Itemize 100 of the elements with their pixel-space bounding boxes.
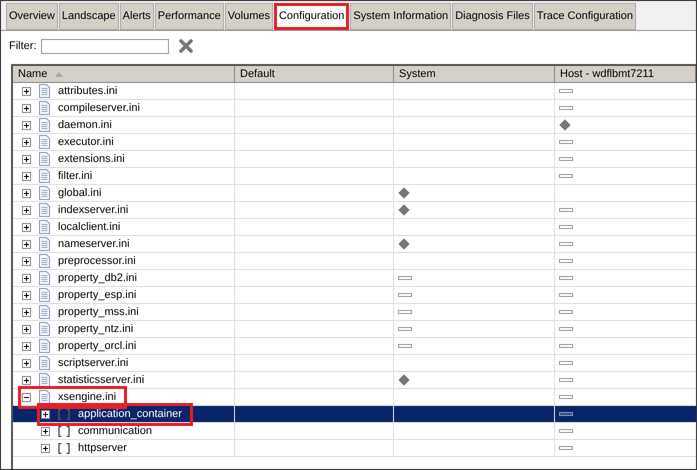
item-name: property_esp.ini: [58, 288, 136, 303]
document-icon: [39, 186, 50, 200]
tab[interactable]: Alerts: [120, 3, 154, 30]
expand-icon[interactable]: [41, 410, 50, 418]
column-header[interactable]: Host - wdflbmt7211: [555, 66, 696, 82]
tree-item[interactable]: property_db2.ini: [21, 270, 145, 286]
tree-item[interactable]: statisticsserver.ini: [21, 372, 152, 388]
expand-icon[interactable]: [22, 206, 31, 214]
tree-item[interactable]: property_esp.ini: [21, 286, 144, 304]
table-row[interactable]: preprocessor.ini: [13, 253, 696, 270]
table-row[interactable]: statisticsserver.ini: [13, 372, 696, 389]
expand-icon[interactable]: [22, 240, 31, 248]
document-icon: [39, 118, 50, 132]
table-row[interactable]: httpserver: [13, 440, 696, 457]
tree-item[interactable]: property_orcl.ini: [21, 338, 144, 354]
table-row[interactable]: localclient.ini: [13, 219, 696, 236]
expand-icon[interactable]: [22, 138, 31, 146]
table-row[interactable]: property_db2.ini: [13, 270, 696, 287]
tab[interactable]: Trace Configuration: [534, 3, 636, 30]
table-row[interactable]: nameserver.ini: [13, 236, 696, 253]
expand-icon[interactable]: [22, 376, 31, 384]
tree-item[interactable]: daemon.ini: [21, 116, 120, 134]
tree-item[interactable]: application_container: [40, 406, 190, 422]
tree-item[interactable]: nameserver.ini: [21, 236, 138, 252]
table-row[interactable]: global.ini: [13, 185, 696, 202]
tab[interactable]: Configuration: [274, 3, 350, 30]
tree-item[interactable]: communication: [40, 422, 160, 440]
tree-item[interactable]: httpserver: [40, 440, 135, 456]
expand-icon[interactable]: [22, 188, 31, 198]
item-name: application_container: [78, 406, 182, 422]
tab[interactable]: Diagnosis Files: [452, 3, 533, 30]
document-icon: [39, 356, 50, 370]
tab[interactable]: Overview: [6, 3, 58, 30]
tree-item[interactable]: scriptserver.ini: [21, 354, 136, 372]
table-row[interactable]: filter.ini: [13, 168, 696, 185]
table-row[interactable]: indexserver.ini: [13, 202, 696, 219]
tree-item[interactable]: executor.ini: [21, 134, 122, 150]
expand-icon[interactable]: [22, 104, 31, 112]
expand-icon[interactable]: [22, 154, 31, 164]
table-row[interactable]: property_esp.ini: [13, 287, 696, 304]
tree-item[interactable]: compileserver.ini: [21, 100, 148, 116]
table-row[interactable]: xsengine.ini: [13, 389, 696, 406]
table-row[interactable]: compileserver.ini: [13, 100, 696, 117]
document-icon: [39, 322, 50, 336]
table-row[interactable]: property_ntz.ini: [13, 321, 696, 338]
tab[interactable]: System Information: [350, 3, 452, 30]
clear-icon[interactable]: [178, 39, 192, 53]
table-row[interactable]: application_container: [13, 406, 696, 423]
tree-item[interactable]: preprocessor.ini: [21, 252, 144, 270]
expand-icon[interactable]: [22, 308, 31, 316]
tree-item[interactable]: localclient.ini: [21, 218, 128, 236]
document-icon: [39, 288, 50, 302]
item-name: scriptserver.ini: [58, 356, 128, 371]
table-row[interactable]: extensions.ini: [13, 151, 696, 168]
column-header[interactable]: Name: [13, 66, 235, 82]
tree-item[interactable]: global.ini: [21, 184, 110, 202]
table-row[interactable]: scriptserver.ini: [13, 355, 696, 372]
tab[interactable]: Landscape: [58, 3, 119, 30]
document-icon: [39, 390, 50, 404]
filter-input[interactable]: [40, 38, 168, 54]
collapse-icon[interactable]: [22, 392, 31, 402]
tree-item[interactable]: extensions.ini: [21, 150, 133, 168]
item-name: filter.ini: [58, 168, 92, 184]
table-row[interactable]: attributes.ini: [13, 83, 696, 100]
document-icon: [39, 373, 50, 387]
expand-icon[interactable]: [22, 256, 31, 266]
tab[interactable]: Performance: [154, 3, 224, 30]
tree-item[interactable]: indexserver.ini: [21, 202, 136, 218]
expand-icon[interactable]: [22, 358, 31, 368]
tree-item[interactable]: attributes.ini: [21, 82, 126, 100]
tree-item[interactable]: property_mss.ini: [21, 304, 147, 320]
brackets-icon: [58, 408, 70, 420]
document-icon: [39, 271, 50, 285]
table-row[interactable]: property_mss.ini: [13, 304, 696, 321]
tab[interactable]: Volumes: [224, 3, 273, 30]
tree-item[interactable]: xsengine.ini: [21, 388, 124, 406]
brackets-icon: [58, 426, 70, 436]
item-name: extensions.ini: [58, 152, 125, 167]
column-header[interactable]: System: [394, 66, 555, 82]
expand-icon[interactable]: [22, 86, 31, 96]
table-row[interactable]: communication: [13, 423, 696, 440]
table-row[interactable]: property_orcl.ini: [13, 338, 696, 355]
item-name: property_mss.ini: [58, 304, 139, 320]
tree-item[interactable]: property_ntz.ini: [21, 320, 142, 338]
expand-icon[interactable]: [22, 222, 31, 232]
table-row[interactable]: daemon.ini: [13, 117, 696, 134]
expand-icon[interactable]: [22, 290, 31, 300]
expand-icon[interactable]: [22, 274, 31, 282]
column-header[interactable]: Default: [235, 66, 394, 82]
document-icon: [39, 169, 50, 183]
item-name: property_orcl.ini: [58, 338, 136, 354]
document-icon: [39, 254, 50, 268]
expand-icon[interactable]: [22, 324, 31, 334]
expand-icon[interactable]: [22, 172, 31, 180]
expand-icon[interactable]: [22, 120, 31, 130]
tree-item[interactable]: filter.ini: [21, 168, 100, 184]
expand-icon[interactable]: [41, 444, 50, 452]
table-row[interactable]: executor.ini: [13, 134, 696, 151]
expand-icon[interactable]: [22, 342, 31, 350]
expand-icon[interactable]: [41, 426, 50, 436]
